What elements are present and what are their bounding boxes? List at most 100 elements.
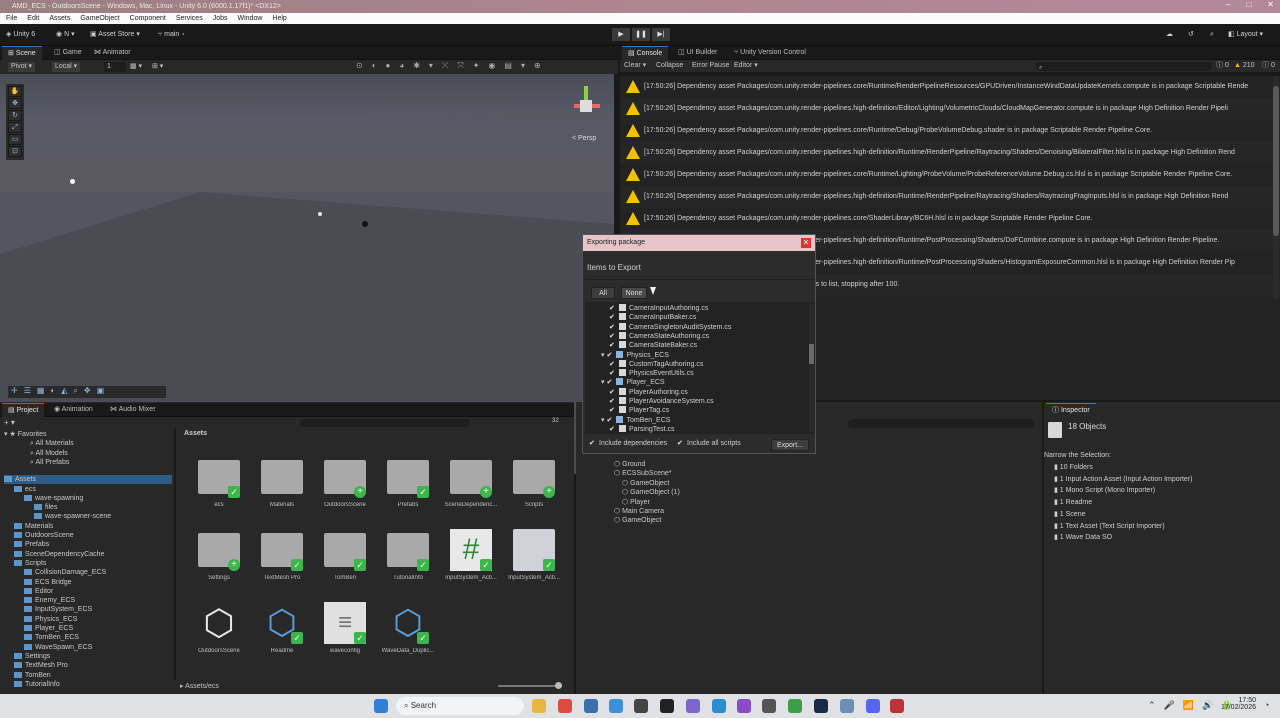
scene-view[interactable]: < Persp ✋ ✥ ↻ ⤢ ▭ ⊡ ✛ ☰ ▦ ◐ ◭ ⌕ ✥ ▣ (0, 74, 614, 474)
editor-dropdown[interactable]: Editor ▾ (734, 60, 758, 72)
perspective-label[interactable]: < Persp (572, 135, 596, 142)
checkbox-icon[interactable]: ✔ (609, 398, 616, 405)
checkbox-icon[interactable]: ✔ (606, 352, 613, 359)
terrain-icon[interactable]: ◭ (61, 386, 67, 398)
asset-item[interactable]: Materials (255, 456, 309, 526)
unity-account-menu[interactable]: ◈ Unity 6 (6, 28, 35, 42)
select-none-button[interactable]: None (621, 287, 647, 299)
selection-item[interactable]: ▮ 1 Mono Script (Mono Importer) (1054, 485, 1155, 496)
info-count[interactable]: ⓘ 0 (1216, 60, 1229, 72)
tree-item[interactable]: Player_ECS (24, 624, 73, 633)
export-row[interactable]: ✔ PlayerAvoidanceSystem.cs (609, 397, 714, 406)
windows-start-icon[interactable] (374, 699, 388, 713)
play-button[interactable]: ▶ (612, 28, 630, 41)
cloud-icon[interactable]: ☁ (1166, 28, 1173, 42)
checkbox-icon[interactable]: ✔ (609, 370, 616, 377)
menu-item-assets[interactable]: Assets (49, 13, 70, 24)
align-icon[interactable]: ☰ (24, 386, 31, 398)
favorite-item[interactable]: ⌕ All Models (30, 449, 68, 458)
snap-icon[interactable]: ✛ (11, 386, 18, 398)
obsidian-icon[interactable] (686, 699, 700, 713)
hierarchy-item[interactable]: ⬡ Ground (614, 460, 645, 469)
clear-button[interactable]: Clear ▾ (624, 60, 646, 72)
menu-item-gameobject[interactable]: GameObject (80, 13, 119, 24)
rect-tool-icon[interactable]: ▭ (8, 134, 22, 145)
export-row[interactable]: ✔ PhysicsEventUtils.cs (609, 369, 694, 378)
checkbox-icon[interactable]: ✔ (609, 324, 616, 331)
grid-icon[interactable]: ▦ (37, 386, 45, 398)
hierarchy-search-input[interactable] (848, 419, 1034, 428)
tab-project[interactable]: ▤ Project (2, 403, 45, 417)
tab-version-control[interactable]: ⑂ Unity Version Control (728, 46, 812, 60)
tree-item[interactable]: TomBen_ECS (24, 633, 79, 642)
visual-studio-icon[interactable] (737, 699, 751, 713)
export-row[interactable]: ✔ PlayerTag.cs (609, 406, 669, 415)
console-search-input[interactable]: ⌕ (1036, 62, 1212, 71)
export-scroll-thumb[interactable] (809, 344, 814, 364)
hierarchy-item[interactable]: ⬡ Player (622, 498, 650, 507)
light-gizmo[interactable] (70, 179, 75, 184)
app3-icon[interactable] (890, 699, 904, 713)
tab-console[interactable]: ▤ Console (622, 46, 669, 60)
clock[interactable]: 17:50 17/02/2026 (1214, 697, 1256, 711)
move-tool-icon[interactable]: ✥ (8, 98, 22, 109)
tree-item[interactable]: Settings (14, 652, 50, 661)
discord-icon[interactable] (866, 699, 880, 713)
menu-item-window[interactable]: Window (238, 13, 263, 24)
hierarchy-item[interactable]: ⬡ ECSSubScene* (614, 469, 671, 478)
include-dependencies-toggle[interactable]: ✔ Include dependencies (589, 440, 667, 447)
hand-tool-icon[interactable]: ✋ (8, 86, 22, 97)
camera-icon[interactable]: ▣ (97, 386, 105, 398)
checkbox-icon[interactable]: ✔ (609, 407, 616, 414)
export-tree[interactable]: ✔ CameraInputAuthoring.cs ✔ CameraInputBak… (585, 302, 815, 434)
icon-size-slider[interactable] (498, 682, 562, 689)
tree-item[interactable]: Physics_ECS (24, 615, 77, 624)
menu-item-component[interactable]: Component (130, 13, 166, 24)
tree-item[interactable]: Enemy_ECS (24, 596, 75, 605)
tab-game[interactable]: ◫ Game (48, 46, 88, 60)
asset-item[interactable]: + OutdoorsScene (318, 456, 372, 526)
tree-item[interactable]: TomBen (14, 671, 51, 680)
asset-item[interactable]: ⬡ OutdoorsScene (192, 602, 246, 672)
tab-animator[interactable]: ⋈ Animator (88, 46, 137, 60)
icon-size-thumb[interactable] (555, 682, 562, 689)
orbit-icon[interactable]: ◐ (50, 386, 55, 398)
tree-item[interactable]: Assets (4, 475, 172, 485)
checkbox-icon[interactable]: ✔ (609, 389, 616, 396)
hierarchy-item[interactable]: ⬡ GameObject (622, 479, 669, 488)
player-object[interactable] (362, 221, 368, 227)
increment-snap-icon[interactable]: ⊞ ▾ (152, 62, 163, 70)
warning-count[interactable]: ▲ 210 (1234, 60, 1255, 72)
asset-item[interactable]: + SceneDependenc... (444, 456, 498, 526)
export-row[interactable]: ▾ ✔ Player_ECS (601, 378, 665, 387)
menu-item-help[interactable]: Help (272, 13, 286, 24)
tree-item[interactable]: files (34, 503, 57, 512)
hierarchy-item[interactable]: ⬡ Main Camera (614, 507, 664, 516)
menu-item-services[interactable]: Services (176, 13, 203, 24)
export-row[interactable]: ✔ CameraStateBaker.cs (609, 341, 697, 350)
export-row[interactable]: ✔ PlayerAuthoring.cs (609, 387, 688, 397)
export-row[interactable]: ✔ CameraStateAuthoring.cs (609, 331, 709, 341)
grid-size-field[interactable]: 1 (104, 62, 126, 72)
pivot-toggle[interactable]: Pivot ▾ (8, 62, 36, 72)
selection-item[interactable]: ▮ 1 Wave Data SO (1054, 532, 1112, 543)
unity-hub-icon[interactable] (634, 699, 648, 713)
log-entry[interactable]: [17:50:26] Dependency asset Packages/com… (620, 164, 1280, 186)
hierarchy-item[interactable]: ⬡ GameObject (1) (622, 488, 680, 497)
asset-item[interactable]: ✓ TutorialInfo (381, 529, 435, 599)
checkbox-icon[interactable]: ✔ (609, 342, 616, 349)
error-pause-button[interactable]: Error Pause (692, 60, 729, 72)
terminal-icon[interactable] (660, 699, 674, 713)
checkbox-icon[interactable]: ✔ (606, 417, 613, 424)
project-tree[interactable]: ▾ ★ Favorites ⌕ All Materials ⌕ All Models… (0, 428, 172, 690)
tree-item[interactable]: Materials (14, 522, 53, 531)
console-scrollbar[interactable] (1273, 76, 1279, 298)
tree-item[interactable]: wave-spawner-scene (34, 512, 111, 521)
branch-dropdown[interactable]: ⑂ main ▾ (158, 28, 186, 42)
zoom-icon[interactable]: ⌕ (73, 386, 77, 398)
tree-item[interactable]: ECS Bridge (24, 578, 72, 587)
tree-item[interactable]: Prefabs (14, 540, 49, 549)
pause-button[interactable]: ❚❚ (632, 28, 650, 41)
favorite-item[interactable]: ⌕ All Materials (30, 439, 74, 448)
excel-icon[interactable] (788, 699, 802, 713)
